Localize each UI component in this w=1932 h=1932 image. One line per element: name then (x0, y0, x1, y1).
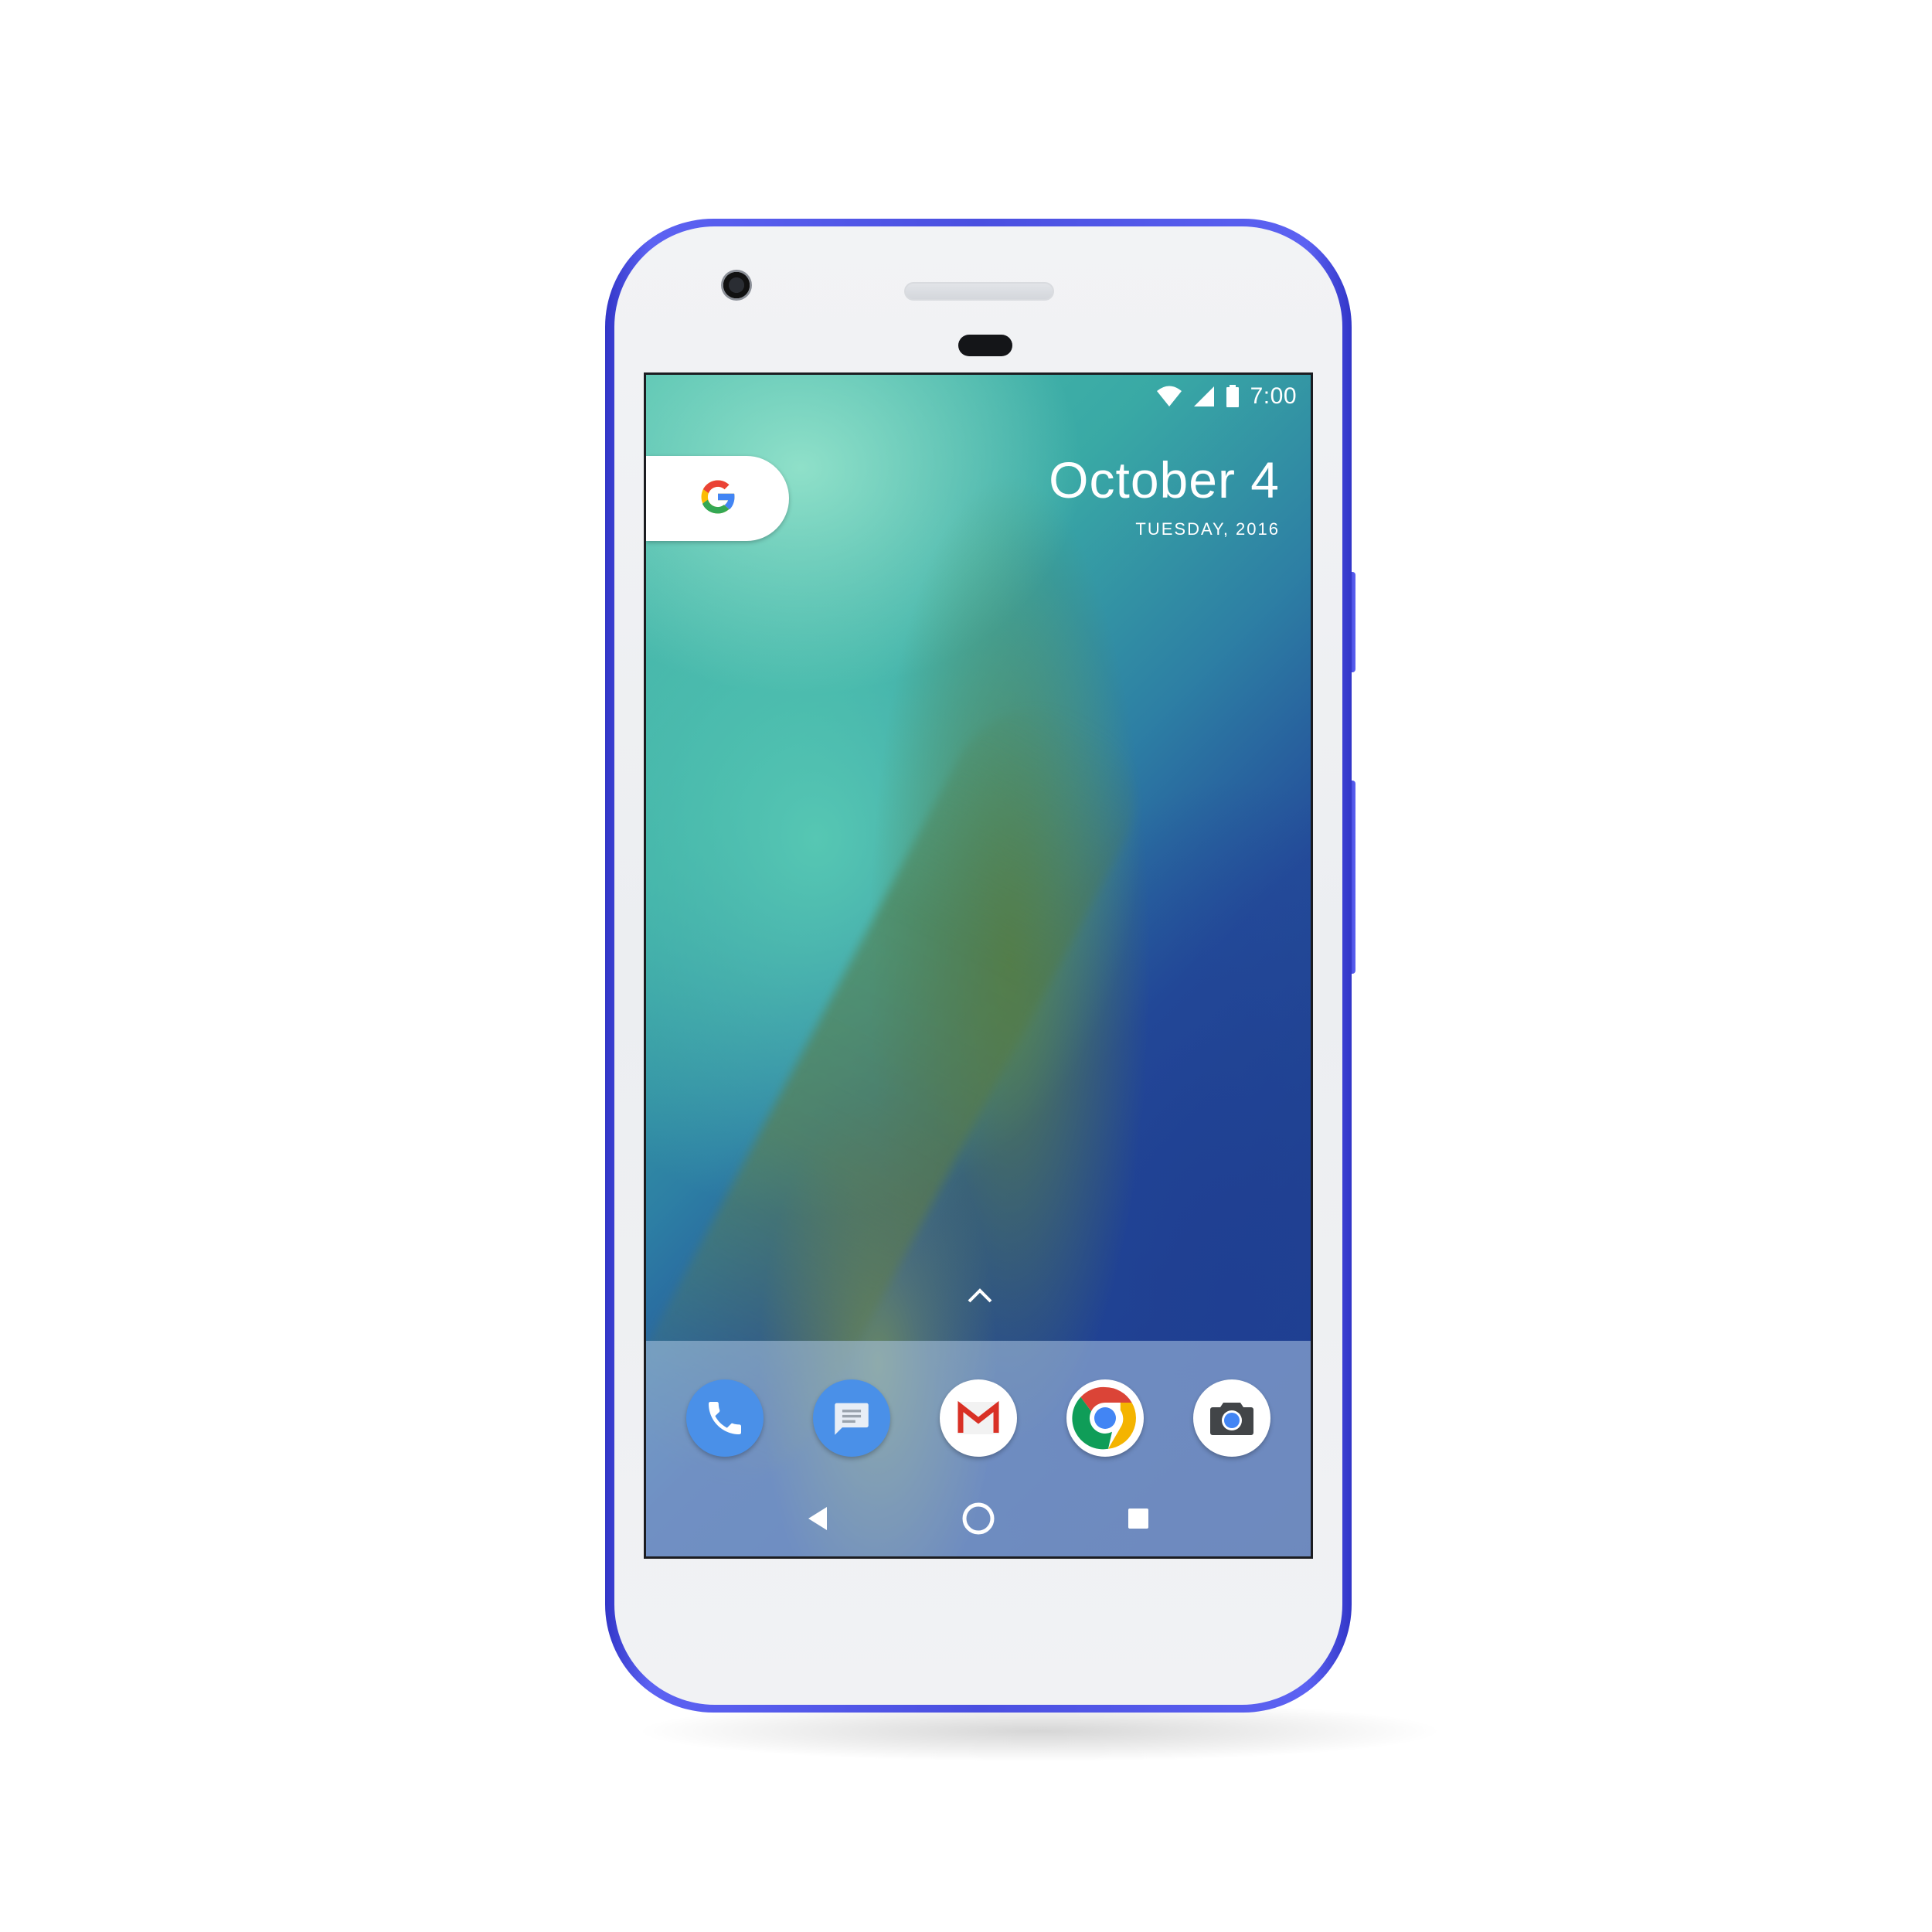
proximity-sensor (958, 335, 1012, 356)
camera-app-icon[interactable] (1193, 1379, 1270, 1457)
status-bar: 7:00 (646, 375, 1311, 418)
google-search-widget[interactable] (646, 456, 789, 541)
battery-icon (1226, 385, 1240, 408)
date-widget[interactable]: October 4 TUESDAY, 2016 (1049, 452, 1280, 539)
home-screen: 7:00 October 4 TUESDAY, 2016 (644, 372, 1313, 1559)
home-icon[interactable] (959, 1499, 998, 1538)
messages-app-icon[interactable] (813, 1379, 890, 1457)
weekday-year-text: TUESDAY, 2016 (1135, 519, 1280, 539)
chevron-up-icon[interactable] (964, 1283, 995, 1306)
google-g-icon (696, 475, 740, 522)
dock (646, 1341, 1311, 1556)
wifi-icon (1156, 386, 1182, 407)
front-camera (721, 270, 752, 301)
gmail-app-icon[interactable] (940, 1379, 1017, 1457)
date-text: October 4 (1049, 451, 1280, 509)
phone-face: 7:00 October 4 TUESDAY, 2016 (614, 226, 1342, 1705)
navigation-bar (646, 1492, 1311, 1546)
chrome-app-icon[interactable] (1066, 1379, 1144, 1457)
phone-app-icon[interactable] (686, 1379, 764, 1457)
earpiece-speaker (904, 282, 1054, 301)
cell-signal-icon (1193, 386, 1215, 407)
status-clock: 7:00 (1250, 383, 1297, 409)
phone-frame: 7:00 October 4 TUESDAY, 2016 (605, 219, 1352, 1713)
dock-apps (646, 1379, 1311, 1457)
back-icon[interactable] (799, 1499, 838, 1538)
overview-icon[interactable] (1119, 1499, 1158, 1538)
